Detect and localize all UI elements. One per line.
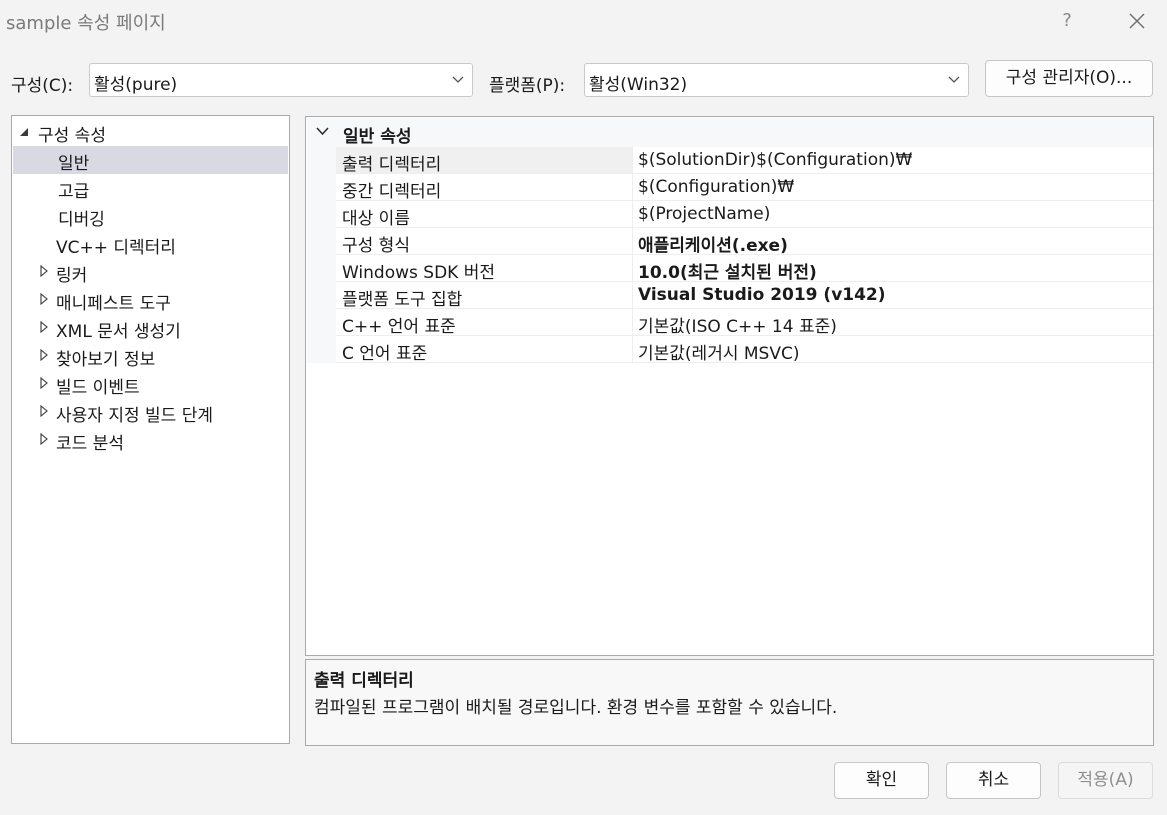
property-value[interactable]: 애플리케이션(.exe) (638, 231, 788, 256)
property-name: C++ 언어 표준 (342, 317, 456, 337)
tree-item-xml-doc-generator[interactable]: XML 문서 생성기 (13, 314, 288, 342)
tree-item-label: 링커 (56, 266, 88, 286)
tree-item-label: 일반 (58, 154, 90, 174)
close-button[interactable] (1120, 6, 1154, 36)
tree-item-vc-directories[interactable]: VC++ 디렉터리 (13, 230, 288, 258)
triangle-right-icon[interactable] (40, 321, 48, 333)
property-row-platform-toolset[interactable]: 플랫폼 도구 집합 Visual Studio 2019 (v142) (307, 282, 1153, 310)
triangle-right-icon[interactable] (40, 377, 48, 389)
window-title: sample 속성 페이지 (6, 13, 166, 34)
tree-item-custom-build-step[interactable]: 사용자 지정 빌드 단계 (13, 398, 288, 426)
property-name: 출력 디렉터리 (342, 155, 442, 175)
property-value[interactable]: Visual Studio 2019 (v142) (638, 285, 886, 305)
property-tree: 구성 속성 일반 고급 디버깅 VC++ 디렉터리 링커 매니페스트 도구 XM… (11, 115, 290, 744)
tree-item-label: 사용자 지정 빌드 단계 (56, 406, 213, 426)
property-grid: 일반 속성 출력 디렉터리 $(SolutionDir)$(Configurat… (305, 116, 1154, 656)
tree-item-label: VC++ 디렉터리 (56, 238, 176, 258)
chevron-down-icon[interactable] (316, 127, 329, 136)
platform-value: 활성(Win32) (589, 75, 688, 95)
property-value[interactable]: 기본값(레거시 MSVC) (638, 339, 799, 364)
property-name: Windows SDK 버전 (342, 263, 496, 283)
tree-item-linker[interactable]: 링커 (13, 258, 288, 286)
property-name: 중간 디렉터리 (342, 182, 442, 202)
tree-root-label: 구성 속성 (38, 126, 106, 146)
property-value[interactable]: $(Configuration)₩ (638, 177, 794, 197)
ok-button[interactable]: 확인 (834, 762, 929, 799)
property-value[interactable]: $(SolutionDir)$(Configuration)₩ (638, 150, 912, 170)
tree-item-label: 찾아보기 정보 (56, 350, 156, 370)
section-header-general[interactable]: 일반 속성 (307, 118, 1153, 147)
tree-item-manifest-tool[interactable]: 매니페스트 도구 (13, 286, 288, 314)
tree-item-code-analysis[interactable]: 코드 분석 (13, 426, 288, 454)
title-bar: sample 속성 페이지 ? (0, 0, 1167, 42)
section-title: 일반 속성 (343, 127, 412, 147)
cancel-button[interactable]: 취소 (946, 762, 1041, 799)
property-name: C 언어 표준 (342, 344, 428, 364)
property-name: 플랫폼 도구 집합 (342, 290, 463, 310)
property-value[interactable]: 기본값(ISO C++ 14 표준) (638, 312, 837, 337)
description-title: 출력 디렉터리 (314, 671, 414, 691)
close-icon (1129, 13, 1145, 29)
tree-item-browse-info[interactable]: 찾아보기 정보 (13, 342, 288, 370)
description-text: 컴파일된 프로그램이 배치될 경로입니다. 환경 변수를 포함할 수 있습니다. (314, 698, 838, 718)
triangle-right-icon[interactable] (40, 433, 48, 445)
triangle-right-icon[interactable] (40, 405, 48, 417)
property-value[interactable]: 10.0(최근 설치된 버전) (638, 258, 817, 283)
property-row-intermediate-dir[interactable]: 중간 디렉터리 $(Configuration)₩ (307, 174, 1153, 202)
property-row-c-language-standard[interactable]: C 언어 표준 기본값(레거시 MSVC) (307, 336, 1153, 364)
config-label: 구성(C): (11, 76, 74, 96)
config-value: 활성(pure) (94, 75, 178, 95)
tree-item-label: 빌드 이벤트 (56, 378, 140, 398)
tree-item-label: 고급 (58, 182, 90, 202)
property-row-windows-sdk-version[interactable]: Windows SDK 버전 10.0(최근 설치된 버전) (307, 255, 1153, 283)
triangle-right-icon[interactable] (40, 265, 48, 277)
tree-item-label: 매니페스트 도구 (56, 294, 171, 314)
description-pane: 출력 디렉터리 컴파일된 프로그램이 배치될 경로입니다. 환경 변수를 포함할… (305, 659, 1154, 746)
property-row-cpp-language-standard[interactable]: C++ 언어 표준 기본값(ISO C++ 14 표준) (307, 309, 1153, 337)
config-dropdown[interactable]: 활성(pure) (89, 63, 473, 97)
tree-item-debugging[interactable]: 디버깅 (13, 202, 288, 230)
triangle-right-icon[interactable] (40, 293, 48, 305)
apply-button[interactable]: 적용(A) (1058, 762, 1153, 799)
chevron-down-icon (452, 76, 464, 83)
property-row-target-name[interactable]: 대상 이름 $(ProjectName) (307, 201, 1153, 229)
chevron-down-icon (948, 76, 960, 83)
tree-item-label: 디버깅 (58, 210, 105, 230)
tree-item-build-events[interactable]: 빌드 이벤트 (13, 370, 288, 398)
tree-root-config-properties[interactable]: 구성 속성 (13, 118, 288, 146)
tree-item-label: XML 문서 생성기 (56, 322, 181, 342)
triangle-right-icon[interactable] (40, 349, 48, 361)
property-name: 대상 이름 (342, 209, 410, 229)
property-row-output-dir[interactable]: 출력 디렉터리 $(SolutionDir)$(Configuration)₩ (307, 147, 1153, 175)
help-button[interactable]: ? (1050, 6, 1084, 36)
property-row-config-type[interactable]: 구성 형식 애플리케이션(.exe) (307, 228, 1153, 256)
property-value[interactable]: $(ProjectName) (638, 204, 770, 224)
platform-label: 플랫폼(P): (489, 76, 566, 96)
tree-item-general[interactable]: 일반 (13, 146, 288, 174)
triangle-down-icon[interactable] (19, 127, 29, 137)
config-manager-button[interactable]: 구성 관리자(O)... (985, 60, 1153, 97)
tree-item-advanced[interactable]: 고급 (13, 174, 288, 202)
property-name: 구성 형식 (342, 236, 410, 256)
tree-item-label: 코드 분석 (56, 434, 124, 454)
platform-dropdown[interactable]: 활성(Win32) (584, 63, 969, 97)
